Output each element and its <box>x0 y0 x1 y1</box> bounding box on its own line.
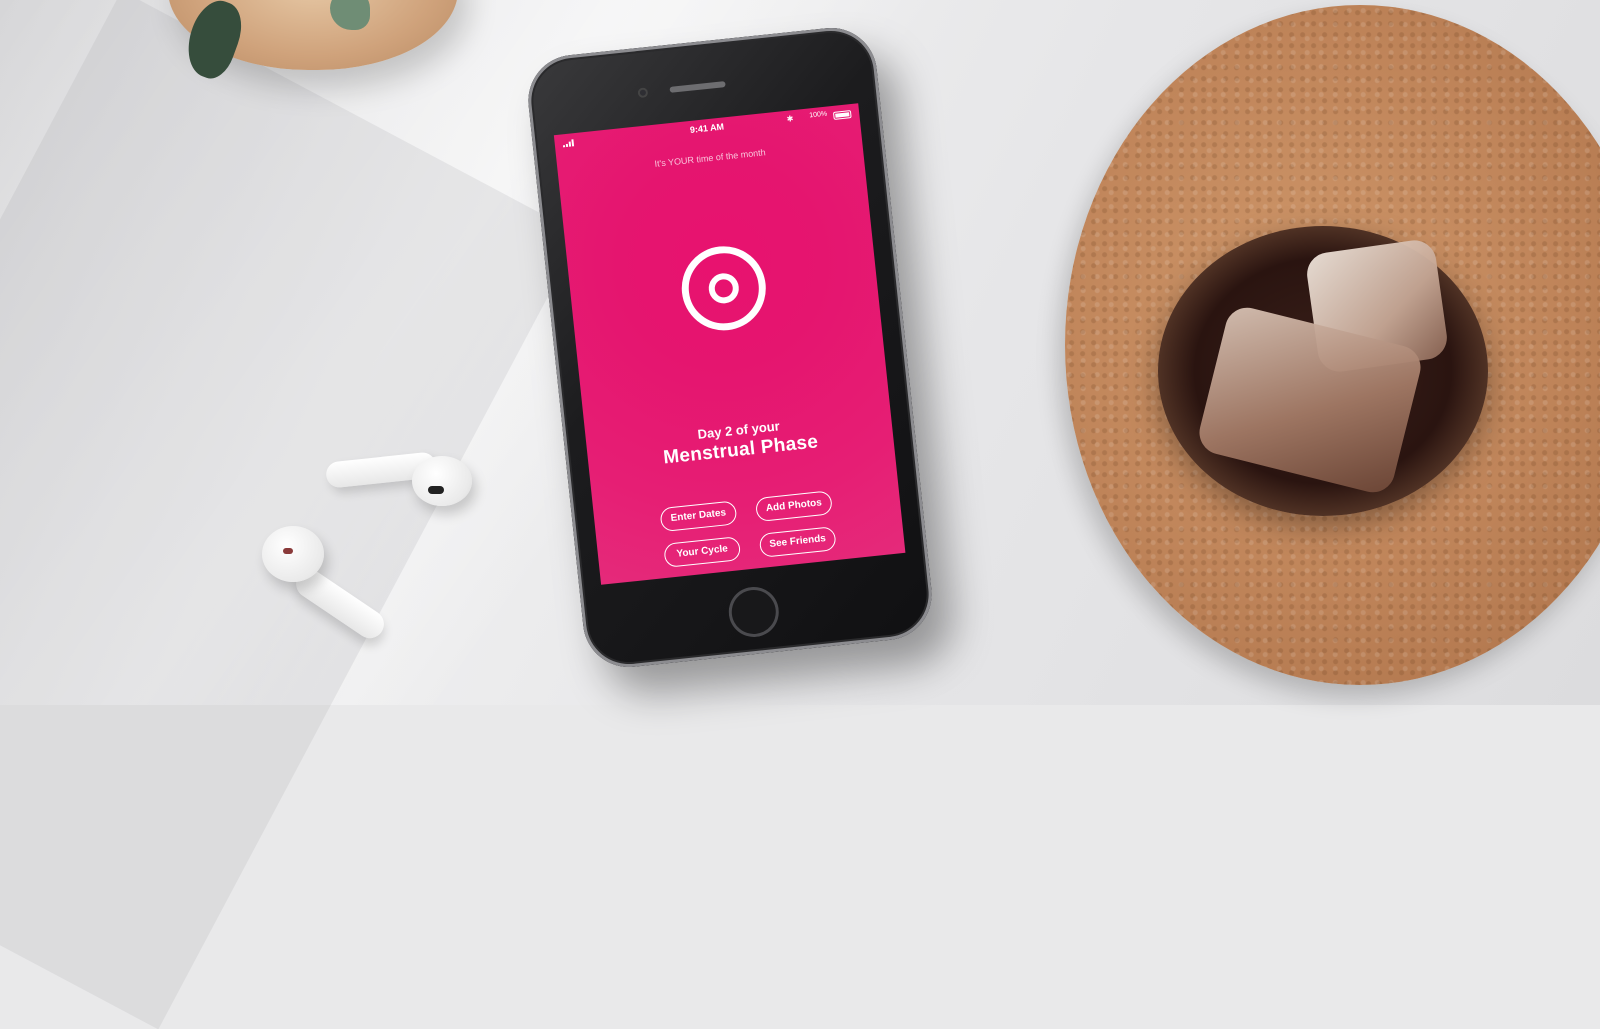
bluetooth-icon: ✱ <box>786 114 794 124</box>
airpod-grille <box>428 486 444 494</box>
target-ring-inner <box>707 271 741 305</box>
add-photos-button[interactable]: Add Photos <box>754 490 833 523</box>
earpiece-speaker <box>669 81 726 93</box>
airpod-grille <box>283 548 293 554</box>
front-camera <box>637 87 649 99</box>
home-button[interactable] <box>726 584 782 640</box>
see-friends-button[interactable]: See Friends <box>758 526 837 558</box>
enter-dates-button[interactable]: Enter Dates <box>659 500 738 533</box>
smartphone: 9:41 AM ✱ 100% It's YOUR time of the mon… <box>523 23 937 672</box>
target-ring-icon <box>677 242 770 335</box>
app-screen: 9:41 AM ✱ 100% It's YOUR time of the mon… <box>553 103 906 585</box>
battery-icon <box>832 110 852 120</box>
phone-body: 9:41 AM ✱ 100% It's YOUR time of the mon… <box>523 23 937 672</box>
airpod-head <box>262 526 324 582</box>
your-cycle-button[interactable]: Your Cycle <box>663 536 742 568</box>
airpod-head <box>412 456 472 506</box>
